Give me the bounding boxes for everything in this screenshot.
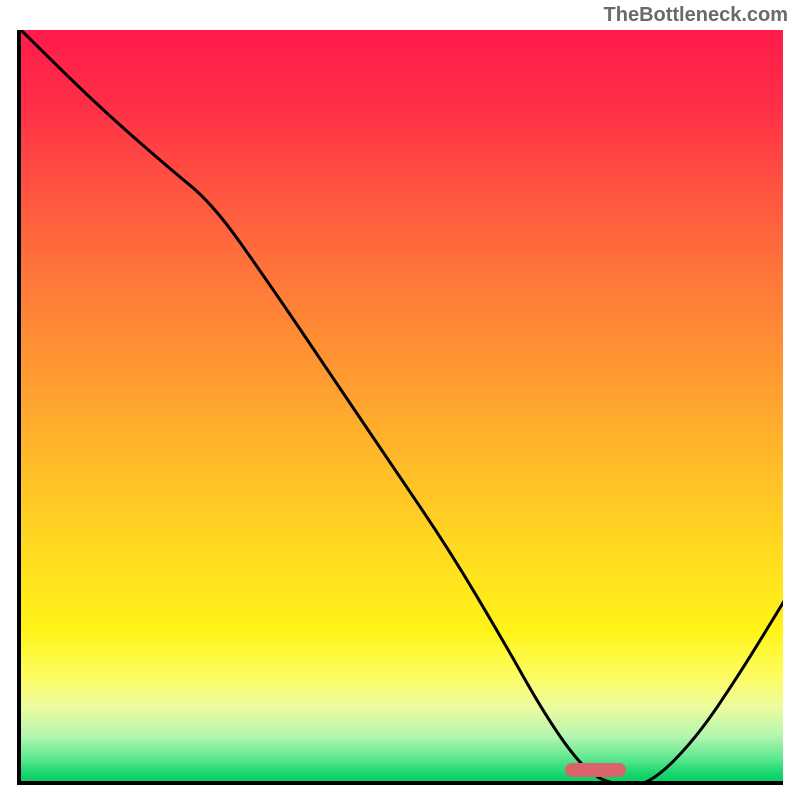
- watermark-text: TheBottleneck.com: [604, 4, 788, 27]
- optimal-marker: [565, 763, 626, 777]
- bottleneck-curve: [21, 30, 783, 785]
- curve-path: [21, 30, 783, 785]
- bottleneck-chart: [17, 30, 783, 785]
